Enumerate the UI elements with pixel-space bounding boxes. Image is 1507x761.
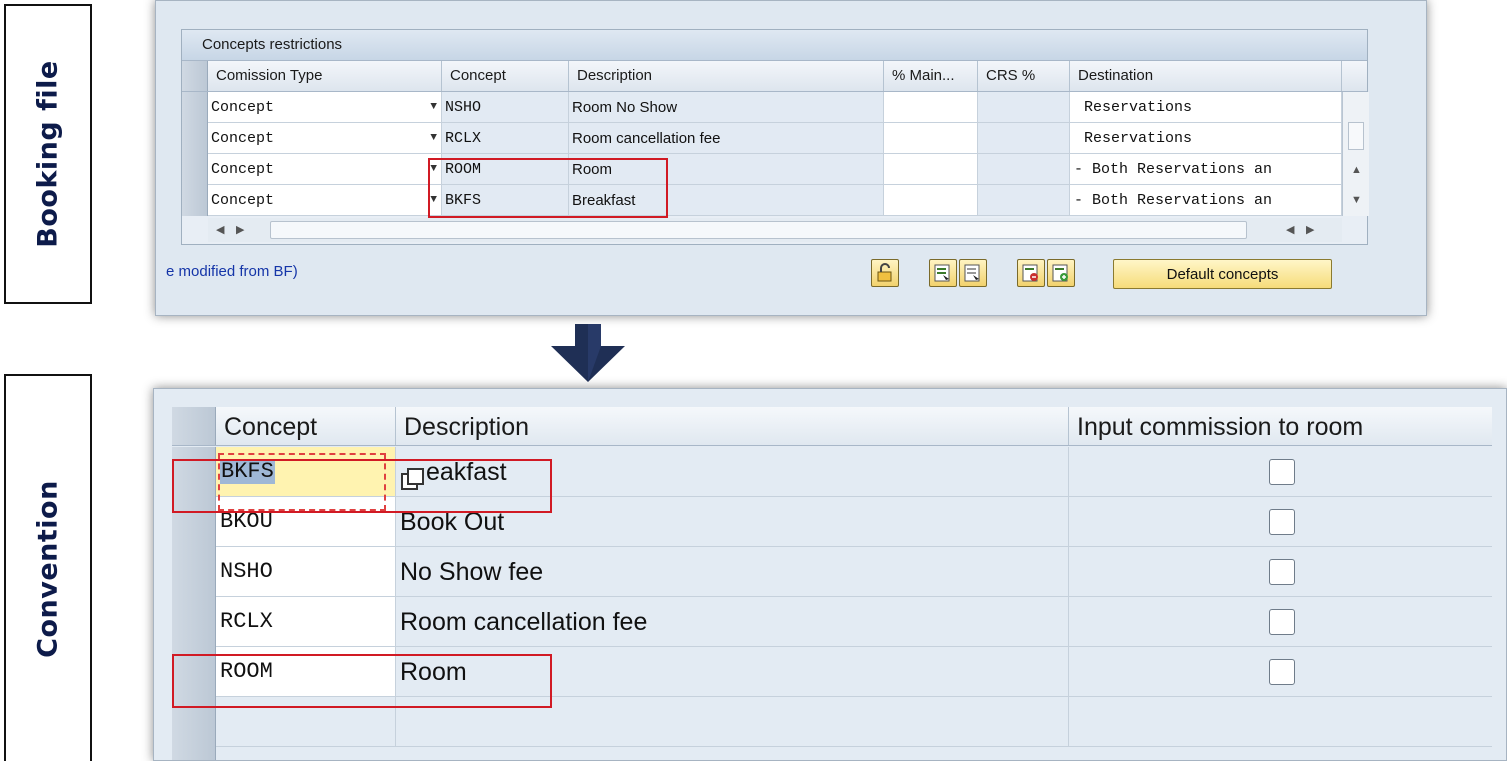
commission-type-value: Concept	[211, 99, 275, 116]
commission-type-value: Concept	[211, 192, 275, 209]
dropdown-arrow-icon[interactable]: ▼	[430, 92, 437, 122]
highlight-box	[172, 654, 552, 708]
main-percent-input[interactable]	[884, 154, 978, 185]
commission-type-select[interactable]: Concept ▼	[208, 185, 442, 216]
scroll-left-icon[interactable]: ◀	[1286, 223, 1294, 236]
convention-label-text: Convention	[32, 479, 64, 658]
main-percent-input[interactable]	[884, 123, 978, 154]
commission-type-value: Concept	[211, 130, 275, 147]
row-selector[interactable]	[172, 547, 216, 597]
highlight-box	[428, 158, 668, 218]
select-all-icon[interactable]	[929, 259, 957, 287]
description-cell: Room cancellation fee	[396, 597, 1069, 647]
unlock-icon[interactable]	[871, 259, 899, 287]
commission-type-select[interactable]: Concept ▼	[208, 154, 442, 185]
description-cell: Room cancellation fee	[569, 123, 884, 154]
input-commission-checkbox[interactable]	[1269, 559, 1295, 585]
destination-cell[interactable]: Reservations	[1070, 92, 1342, 123]
scroll-up-icon[interactable]: ▲	[1351, 164, 1362, 176]
booking-file-panel: Concepts restrictions Comission Type Con…	[155, 0, 1427, 316]
input-commission-checkbox[interactable]	[1269, 609, 1295, 635]
booking-file-label: Booking file	[4, 4, 92, 304]
table-row	[172, 747, 1492, 760]
commission-cell	[1069, 447, 1492, 497]
col-description[interactable]: Description	[396, 407, 1069, 445]
crs-percent-cell	[978, 92, 1070, 123]
table-title: Concepts restrictions	[182, 30, 1367, 61]
commission-cell	[1069, 597, 1492, 647]
row-selector[interactable]	[182, 123, 208, 154]
commission-type-value: Concept	[211, 161, 275, 178]
default-concepts-button[interactable]: Default concepts	[1113, 259, 1332, 289]
col-description[interactable]: Description	[569, 61, 884, 91]
crs-percent-cell	[978, 123, 1070, 154]
col-crs-percent[interactable]: CRS %	[978, 61, 1070, 91]
scroll-right-icon[interactable]: ▶	[236, 223, 244, 236]
input-commission-checkbox[interactable]	[1269, 459, 1295, 485]
commission-cell	[1069, 547, 1492, 597]
h-scroll-thumb[interactable]	[270, 221, 1247, 239]
booking-file-label-text: Booking file	[32, 60, 64, 248]
commission-cell	[1069, 497, 1492, 547]
select-all-corner[interactable]	[182, 61, 208, 91]
col-main-percent[interactable]: % Main...	[884, 61, 978, 91]
col-input-commission[interactable]: Input commission to room	[1069, 407, 1492, 445]
scroll-down-icon[interactable]: ▼	[1351, 194, 1362, 206]
row-selector[interactable]	[182, 185, 208, 216]
scroll-thumb[interactable]	[1348, 122, 1364, 150]
deselect-all-icon[interactable]	[959, 259, 987, 287]
destination-cell[interactable]: - Both Reservations an	[1070, 154, 1342, 185]
col-destination[interactable]: Destination	[1070, 61, 1342, 91]
crs-percent-cell	[978, 154, 1070, 185]
main-percent-input[interactable]	[884, 185, 978, 216]
row-selector[interactable]	[172, 597, 216, 647]
focus-highlight-box	[218, 453, 386, 511]
scroll-left-icon[interactable]: ◀	[216, 223, 224, 236]
row-selector[interactable]	[172, 747, 216, 760]
description-cell: No Show fee	[396, 547, 1069, 597]
horizontal-scrollbar[interactable]: ◀ ▶ ◀ ▶	[208, 218, 1342, 242]
commission-type-select[interactable]: Concept ▼	[208, 123, 442, 154]
down-arrow-icon	[551, 324, 625, 382]
table-row[interactable]: Concept ▼ ROOM Room - Both Reservations …	[182, 154, 1367, 185]
commission-cell	[1069, 647, 1492, 697]
input-commission-checkbox[interactable]	[1269, 509, 1295, 535]
convention-panel: Concept Description Input commission to …	[153, 388, 1507, 761]
convention-table-header: Concept Description Input commission to …	[172, 407, 1492, 446]
col-concept[interactable]: Concept	[216, 407, 396, 445]
table-row[interactable]: Concept ▼ NSHO Room No Show Reservations	[182, 92, 1367, 123]
dropdown-arrow-icon[interactable]: ▼	[430, 123, 437, 153]
table-row[interactable]: RCLX Room cancellation fee	[172, 597, 1492, 647]
col-settings-icon[interactable]	[1342, 61, 1369, 91]
destination-cell[interactable]: - Both Reservations an	[1070, 185, 1342, 216]
scroll-right-icon[interactable]: ▶	[1306, 223, 1314, 236]
description-cell: Room No Show	[569, 92, 884, 123]
table-header: Comission Type Concept Description % Mai…	[182, 61, 1367, 92]
col-concept[interactable]: Concept	[442, 61, 569, 91]
table-row[interactable]: NSHO No Show fee	[172, 547, 1492, 597]
concept-input[interactable]: RCLX	[216, 597, 396, 647]
concept-cell: NSHO	[442, 92, 569, 123]
vertical-scrollbar[interactable]: ▲ ▼	[1342, 92, 1369, 216]
input-commission-checkbox[interactable]	[1269, 659, 1295, 685]
row-selector[interactable]	[182, 92, 208, 123]
concept-cell: RCLX	[442, 123, 569, 154]
concept-input[interactable]: NSHO	[216, 547, 396, 597]
col-commission-type[interactable]: Comission Type	[208, 61, 442, 91]
delete-row-icon[interactable]	[1017, 259, 1045, 287]
destination-cell[interactable]: Reservations	[1070, 123, 1342, 154]
footer-note: e modified from BF)	[166, 263, 298, 280]
insert-row-icon[interactable]	[1047, 259, 1075, 287]
crs-percent-cell	[978, 185, 1070, 216]
commission-type-select[interactable]: Concept ▼	[208, 92, 442, 123]
table-row[interactable]: Concept ▼ BKFS Breakfast - Both Reservat…	[182, 185, 1367, 216]
select-all-corner[interactable]	[172, 407, 216, 445]
main-percent-input[interactable]	[884, 92, 978, 123]
commission-cell	[1069, 697, 1492, 747]
concepts-restrictions-table: Concepts restrictions Comission Type Con…	[181, 29, 1369, 245]
convention-label: Convention	[4, 374, 92, 761]
table-row[interactable]: Concept ▼ RCLX Room cancellation fee Res…	[182, 123, 1367, 154]
row-selector[interactable]	[182, 154, 208, 185]
